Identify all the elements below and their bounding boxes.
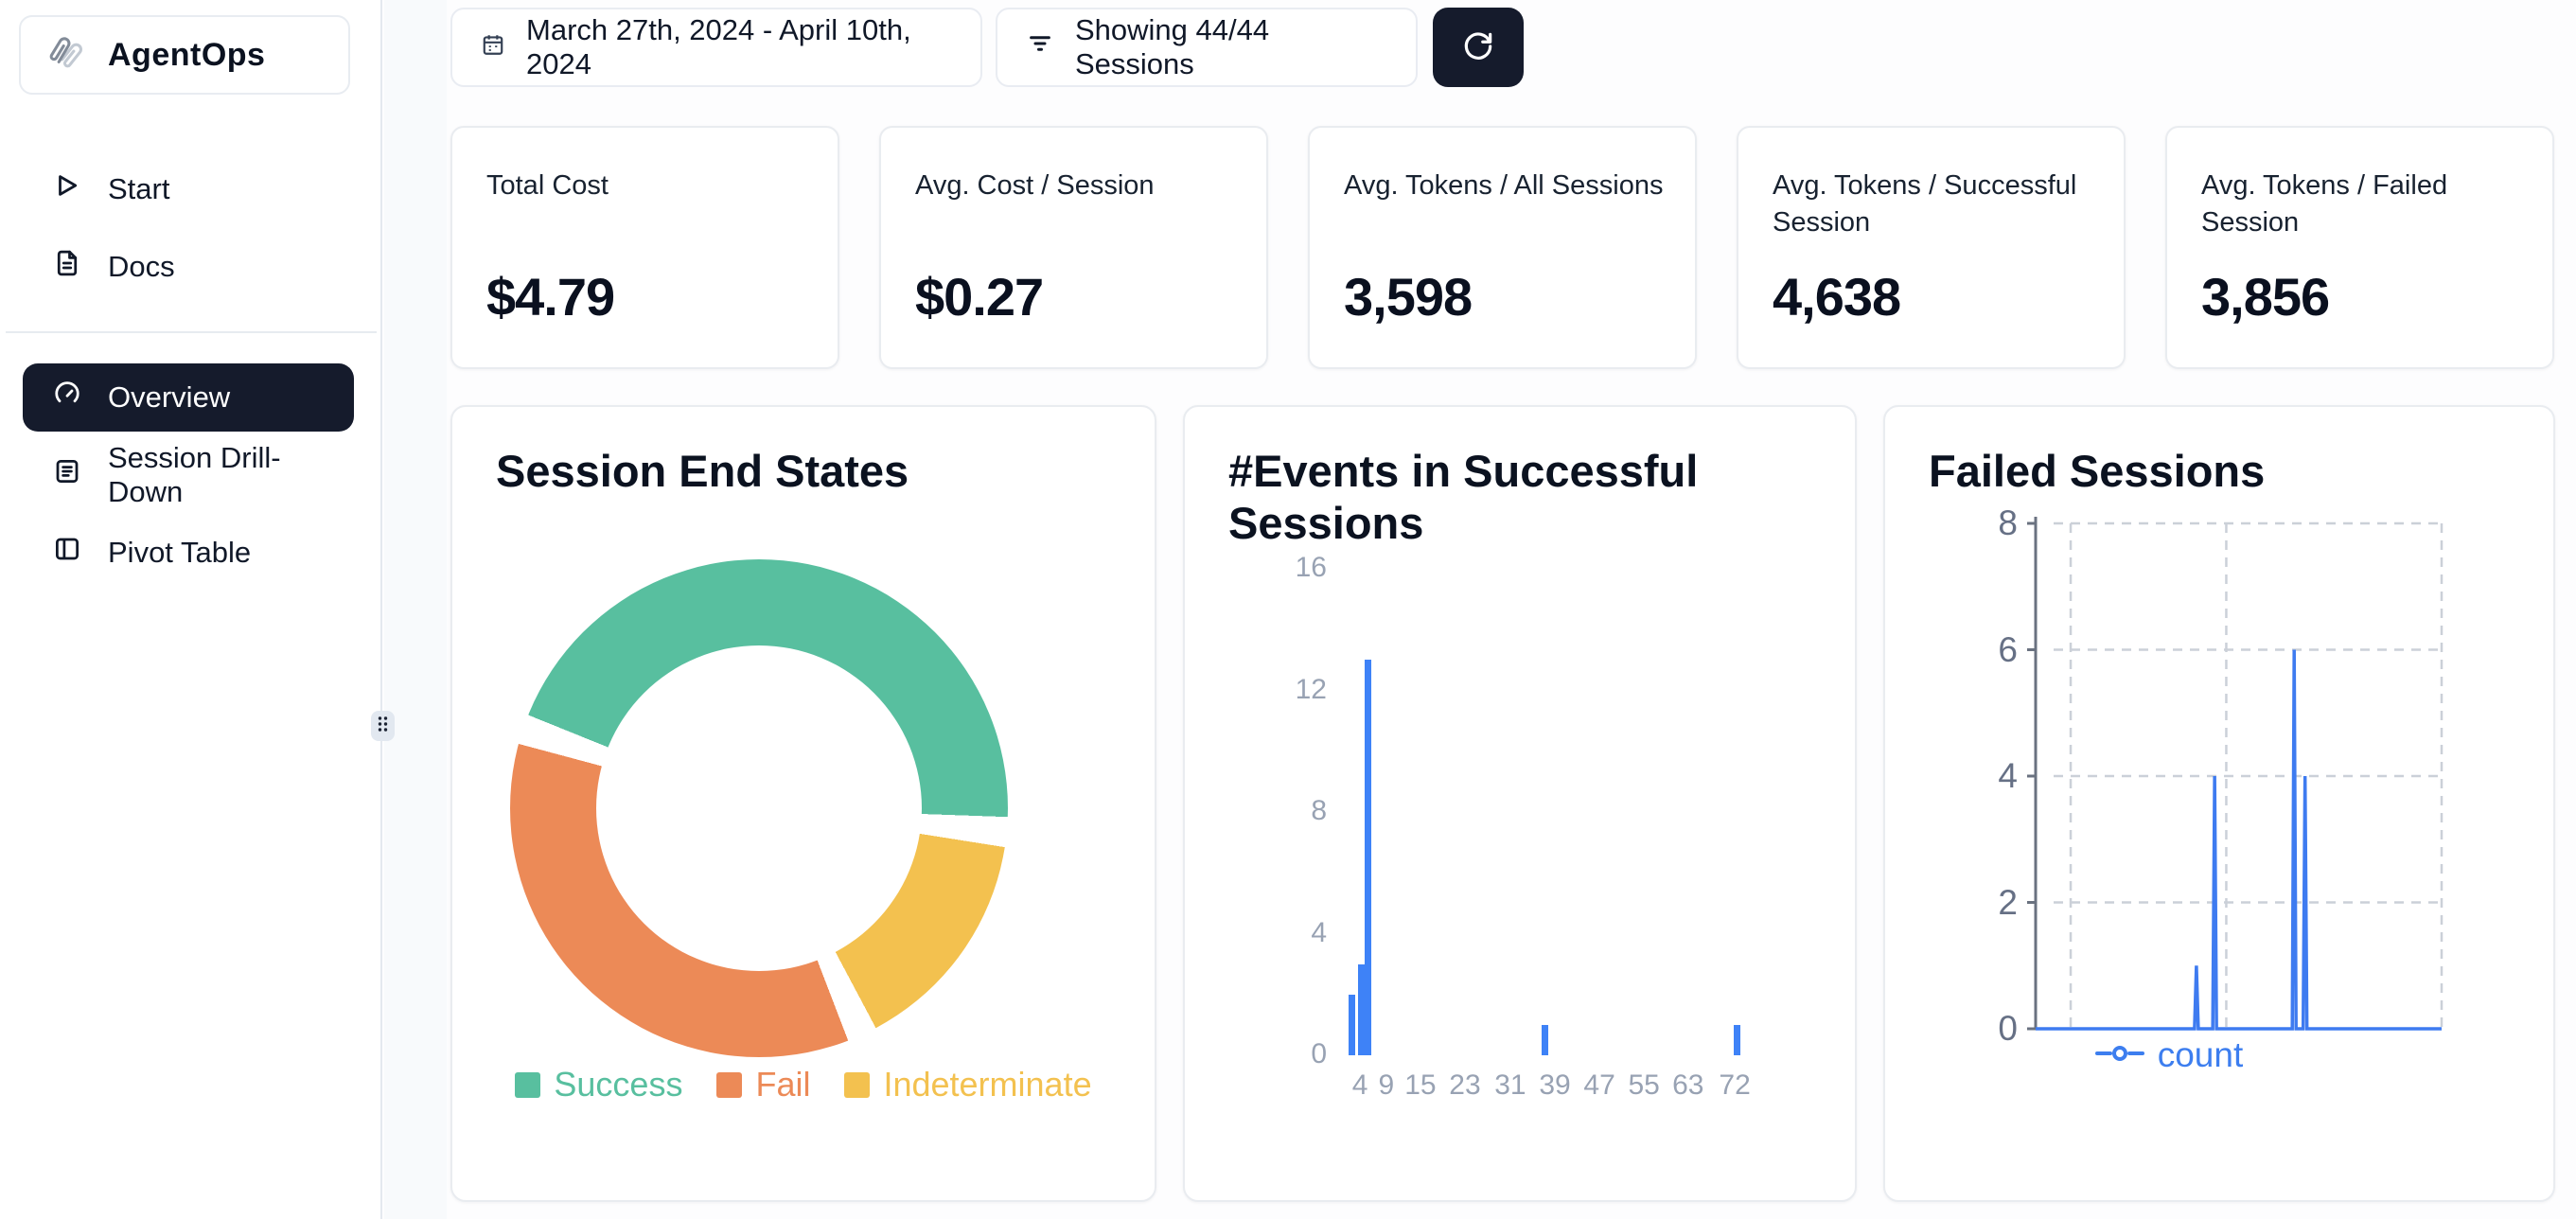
- chart-title: Failed Sessions: [1929, 445, 2265, 497]
- stats-row: Total Cost $4.79 Avg. Cost / Session $0.…: [450, 126, 2555, 369]
- stat-card-avg-tokens-all: Avg. Tokens / All Sessions 3,598: [1308, 126, 1697, 369]
- docs-icon: [53, 249, 81, 285]
- chart-title: #Events in Successful Sessions: [1228, 445, 1815, 550]
- app-logo[interactable]: AgentOps: [19, 15, 350, 95]
- stat-label: Total Cost: [486, 168, 809, 204]
- legend-label: Fail: [755, 1065, 810, 1104]
- y-tick-label: 4: [1938, 756, 2018, 796]
- sessions-filter-label: Showing 44/44 Sessions: [1075, 13, 1387, 81]
- sidebar-item-label: Overview: [108, 380, 230, 415]
- y-tick-label: 8: [1242, 795, 1327, 827]
- sidebar-resize-handle[interactable]: [371, 711, 395, 741]
- line-legend-count[interactable]: count: [2027, 1035, 2311, 1075]
- stat-label: Avg. Tokens / Failed Session: [2201, 168, 2524, 241]
- session-end-states-card: Session End States Success Fail Indeterm…: [450, 405, 1156, 1202]
- y-tick-label: 12: [1242, 674, 1327, 706]
- stat-value: 3,598: [1344, 266, 1472, 327]
- sidebar-item-label: Docs: [108, 250, 175, 284]
- pie-legend: Success Fail Indeterminate: [452, 1065, 1155, 1104]
- bar: [1349, 995, 1355, 1055]
- stat-card-total-cost: Total Cost $4.79: [450, 126, 839, 369]
- legend-item-success[interactable]: Success: [515, 1065, 682, 1104]
- line-series-label: count: [2158, 1035, 2244, 1075]
- bar: [1365, 660, 1371, 1055]
- stat-card-avg-cost: Avg. Cost / Session $0.27: [879, 126, 1268, 369]
- y-tick-label: 0: [1938, 1009, 2018, 1049]
- file-lines-icon: [53, 457, 81, 493]
- stat-card-avg-tokens-successful: Avg. Tokens / Successful Session 4,638: [1737, 126, 2126, 369]
- date-range-label: March 27th, 2024 - April 10th, 2024: [526, 13, 952, 81]
- sidebar-item-label: Pivot Table: [108, 536, 251, 570]
- y-tick-label: 0: [1242, 1038, 1327, 1070]
- sidebar-gutter: [384, 0, 447, 1219]
- stat-value: 3,856: [2201, 266, 2329, 327]
- gauge-icon: [53, 380, 81, 415]
- paperclip-icon: [45, 31, 89, 80]
- legend-label: Success: [554, 1065, 682, 1104]
- sidebar-item-label: Start: [108, 172, 169, 206]
- y-tick-label: 16: [1242, 552, 1327, 584]
- legend-swatch: [844, 1072, 870, 1098]
- calendar-icon: [481, 30, 505, 64]
- sessions-filter-button[interactable]: Showing 44/44 Sessions: [996, 8, 1418, 87]
- sidebar-divider: [6, 331, 377, 333]
- line-series-icon: [2095, 1044, 2144, 1068]
- legend-swatch: [716, 1072, 742, 1098]
- sidebar-item-label: Session Drill-Down: [108, 441, 354, 509]
- bar: [1358, 964, 1365, 1055]
- app-title: AgentOps: [108, 37, 265, 74]
- bar-plot-area: [1336, 569, 1753, 1055]
- events-histogram-card: #Events in Successful Sessions 1612840 4…: [1183, 405, 1857, 1202]
- count-series-line: [2036, 650, 2442, 1030]
- donut-chart: [510, 559, 1008, 1057]
- legend-swatch: [515, 1072, 540, 1098]
- sidebar-item-docs[interactable]: Docs: [23, 237, 354, 297]
- filter-icon: [1026, 29, 1054, 65]
- grip-dots-icon: [377, 715, 389, 738]
- bar: [1734, 1025, 1740, 1055]
- stat-value: $4.79: [486, 266, 614, 327]
- line-plot-area: [2027, 511, 2453, 1041]
- sidebar-item-pivot-table[interactable]: Pivot Table: [23, 522, 354, 583]
- panel-icon: [53, 535, 81, 571]
- stat-value: $0.27: [915, 266, 1043, 327]
- date-range-button[interactable]: March 27th, 2024 - April 10th, 2024: [450, 8, 982, 87]
- agentops-dashboard: AgentOps Start Docs Overview Sessi: [0, 0, 2576, 1219]
- bar: [1542, 1025, 1548, 1055]
- legend-item-indeterminate[interactable]: Indeterminate: [844, 1065, 1091, 1104]
- x-tick-label: 72: [1706, 1069, 1763, 1102]
- sidebar: AgentOps Start Docs Overview Sessi: [0, 0, 382, 1219]
- sidebar-item-session-drill-down[interactable]: Session Drill-Down: [23, 445, 354, 505]
- stat-card-avg-tokens-failed: Avg. Tokens / Failed Session 3,856: [2165, 126, 2554, 369]
- legend-item-fail[interactable]: Fail: [716, 1065, 810, 1104]
- y-tick-label: 2: [1938, 883, 2018, 923]
- failed-sessions-card: Failed Sessions 8 6 4 2 0 count: [1883, 405, 2555, 1202]
- stat-label: Avg. Tokens / All Sessions: [1344, 168, 1667, 204]
- sidebar-item-start[interactable]: Start: [23, 159, 354, 220]
- y-tick-label: 6: [1938, 630, 2018, 670]
- chart-title: Session End States: [496, 445, 909, 497]
- y-tick-label: 4: [1242, 917, 1327, 949]
- stat-label: Avg. Cost / Session: [915, 168, 1238, 204]
- refresh-icon: [1460, 28, 1496, 67]
- sidebar-item-overview[interactable]: Overview: [23, 363, 354, 432]
- stat-label: Avg. Tokens / Successful Session: [1773, 168, 2095, 241]
- y-tick-label: 8: [1938, 504, 2018, 543]
- refresh-button[interactable]: [1433, 8, 1524, 87]
- play-icon: [53, 171, 81, 207]
- legend-label: Indeterminate: [883, 1065, 1091, 1104]
- stat-value: 4,638: [1773, 266, 1900, 327]
